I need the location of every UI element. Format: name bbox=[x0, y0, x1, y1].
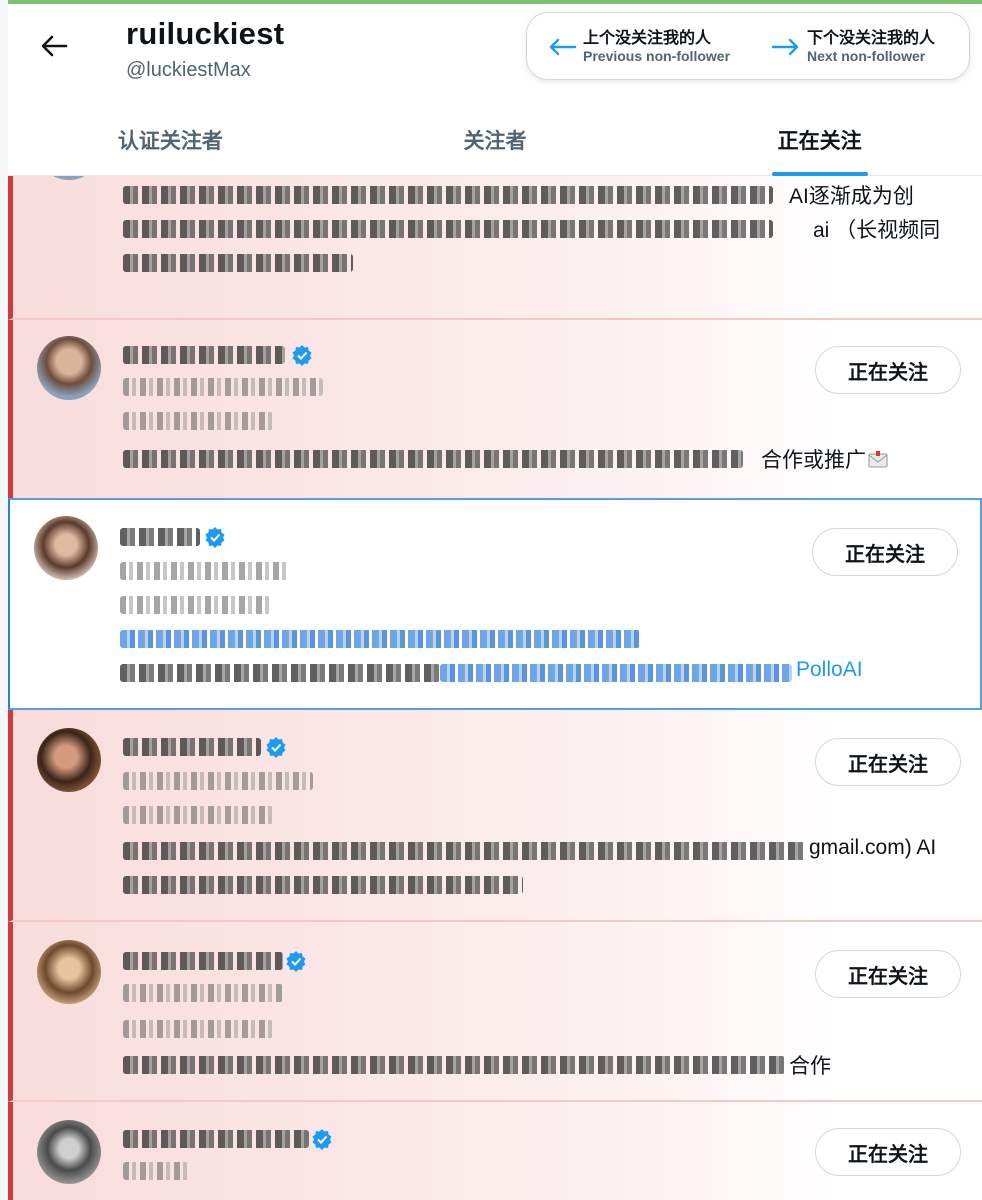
verified-badge-icon bbox=[205, 527, 225, 548]
user-name-blurred bbox=[120, 528, 200, 546]
envelope-icon bbox=[868, 451, 888, 468]
user-handle-blurred bbox=[120, 562, 290, 580]
bio-link-blurred bbox=[120, 630, 640, 648]
user-handle-blurred bbox=[123, 772, 313, 790]
user-handle-blurred bbox=[123, 1162, 189, 1180]
user-meta-blurred bbox=[123, 1020, 273, 1038]
list-item-selected[interactable]: PolloAI 正在关注 bbox=[8, 498, 982, 710]
bio-link-blurred bbox=[440, 664, 792, 682]
avatar bbox=[37, 1120, 101, 1184]
list-item[interactable]: 合作 正在关注 bbox=[8, 922, 982, 1102]
profile-handle: @luckiestMax bbox=[126, 59, 251, 81]
bio-link-text[interactable]: PolloAI bbox=[796, 658, 863, 682]
tab-verified-followers[interactable]: 认证关注者 bbox=[8, 104, 333, 176]
bio-blurred bbox=[123, 186, 773, 204]
following-list: AI逐渐成为创 ai （长视频同 合作或推广 正在关注 PolloAI 正在关注… bbox=[8, 176, 982, 1200]
tab-following[interactable]: 正在关注 bbox=[657, 104, 982, 176]
bio-blurred bbox=[123, 842, 805, 860]
user-name-blurred bbox=[123, 738, 261, 756]
avatar bbox=[37, 176, 101, 180]
avatar bbox=[37, 336, 101, 400]
next-label-zh: 下个没关注我的人 bbox=[807, 30, 936, 47]
avatar bbox=[37, 728, 101, 792]
back-button[interactable] bbox=[34, 26, 74, 66]
next-label-en: Next non-follower bbox=[807, 48, 926, 65]
previous-label-zh: 上个没关注我的人 bbox=[583, 30, 712, 47]
list-item[interactable]: AI逐渐成为创 ai （长视频同 bbox=[8, 176, 982, 320]
user-meta-blurred bbox=[120, 596, 270, 614]
following-button[interactable]: 正在关注 bbox=[815, 1128, 961, 1176]
bio-visible-text: AI逐渐成为创 bbox=[789, 185, 914, 208]
user-handle-blurred bbox=[123, 984, 283, 1002]
verified-badge-icon bbox=[312, 1129, 332, 1150]
bio-blurred bbox=[123, 450, 743, 468]
verified-badge-icon bbox=[292, 345, 312, 366]
user-name-blurred bbox=[123, 1130, 309, 1148]
avatar bbox=[37, 940, 101, 1004]
previous-label-en: Previous non-follower bbox=[583, 48, 731, 65]
list-item[interactable]: gmail.com) AI 正在关注 bbox=[8, 710, 982, 922]
tab-followers[interactable]: 关注者 bbox=[333, 104, 658, 176]
arrow-left-icon bbox=[549, 38, 577, 56]
user-handle-blurred bbox=[123, 378, 323, 396]
following-button[interactable]: 正在关注 bbox=[815, 738, 961, 786]
bio-visible-text: ai （长视频同 bbox=[813, 219, 941, 242]
left-gutter bbox=[0, 0, 8, 1200]
following-button[interactable]: 正在关注 bbox=[815, 950, 961, 998]
user-meta-blurred bbox=[123, 806, 273, 824]
non-follower-navigator: 上个没关注我的人 Previous non-follower 下个没关注我的人 … bbox=[526, 12, 970, 80]
verified-badge-icon bbox=[266, 737, 286, 758]
arrow-right-icon bbox=[771, 38, 799, 56]
following-button[interactable]: 正在关注 bbox=[815, 346, 961, 394]
user-name-blurred bbox=[123, 952, 283, 970]
bio-blurred bbox=[123, 876, 523, 894]
bio-blurred bbox=[120, 664, 440, 682]
profile-name: ruiluckiest bbox=[126, 16, 285, 51]
list-item[interactable]: 正在关注 bbox=[8, 1102, 982, 1200]
bio-blurred bbox=[123, 254, 353, 272]
verified-badge-icon bbox=[286, 951, 306, 972]
avatar bbox=[34, 516, 98, 580]
bio-blurred bbox=[123, 1056, 785, 1074]
user-meta-blurred bbox=[123, 412, 273, 430]
profile-tabs: 认证关注者 关注者 正在关注 bbox=[8, 104, 982, 176]
bio-visible-text: 合作 bbox=[789, 1055, 831, 1078]
bio-visible-text: 合作或推广 bbox=[761, 444, 888, 474]
list-item[interactable]: 合作或推广 正在关注 bbox=[8, 320, 982, 500]
profile-header: ruiluckiest @luckiestMax 上个没关注我的人 Previo… bbox=[8, 4, 982, 176]
bio-blurred bbox=[123, 220, 773, 238]
previous-non-follower-button[interactable]: 上个没关注我的人 Previous non-follower bbox=[547, 23, 747, 71]
bio-visible-text: gmail.com) AI bbox=[809, 836, 937, 859]
user-name-blurred bbox=[123, 346, 285, 364]
following-button[interactable]: 正在关注 bbox=[812, 528, 958, 576]
arrow-left-icon bbox=[41, 35, 68, 57]
next-non-follower-button[interactable]: 下个没关注我的人 Next non-follower bbox=[771, 23, 967, 71]
